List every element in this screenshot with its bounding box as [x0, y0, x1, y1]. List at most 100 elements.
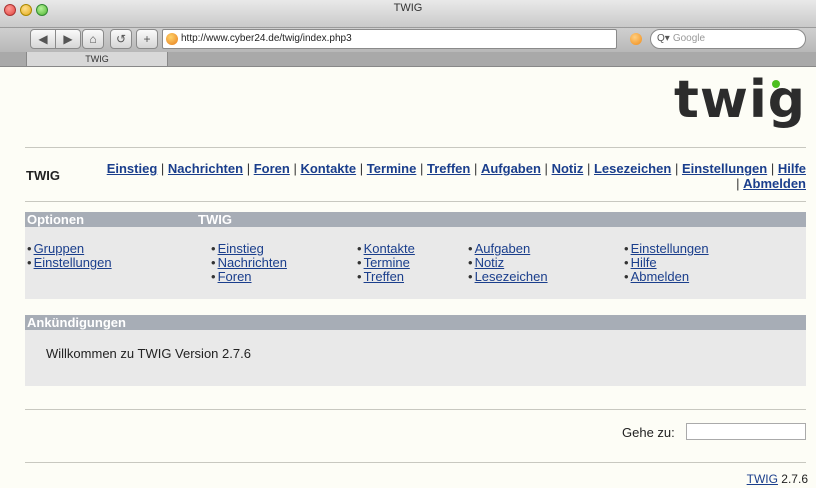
bullet: •	[624, 269, 629, 284]
search-input[interactable]: Q▾ Google	[650, 29, 806, 49]
nav-abmelden[interactable]: Abmelden	[743, 176, 806, 191]
list-item: • Einstellungen	[27, 256, 112, 270]
goto-label: Gehe zu:	[622, 425, 675, 440]
nav-separator: |	[736, 176, 740, 191]
list-item: • Lesezeichen	[468, 270, 548, 284]
nav-termine[interactable]: Termine	[367, 161, 417, 176]
nav-aufgaben[interactable]: Aufgaben	[481, 161, 541, 176]
bullet: •	[468, 255, 473, 270]
list-item: • Foren	[211, 270, 287, 284]
link-einstieg[interactable]: Einstieg	[218, 241, 264, 256]
goto-input[interactable]	[686, 423, 806, 440]
nav-einstieg[interactable]: Einstieg	[107, 161, 158, 176]
nav-foren[interactable]: Foren	[254, 161, 290, 176]
window-titlebar: TWIG	[0, 0, 816, 28]
link-gruppen[interactable]: Gruppen	[34, 241, 85, 256]
back-arrow-icon: ◀	[38, 32, 48, 46]
link-treffen[interactable]: Treffen	[364, 269, 404, 284]
bullet: •	[468, 241, 473, 256]
divider	[25, 147, 806, 148]
bullet: •	[624, 255, 629, 270]
nav-separator: |	[359, 161, 364, 176]
nav-lesezeichen[interactable]: Lesezeichen	[594, 161, 671, 176]
link-nachrichten[interactable]: Nachrichten	[218, 255, 287, 270]
bullet: •	[27, 241, 32, 256]
link-aufgaben[interactable]: Aufgaben	[475, 241, 531, 256]
nav-separator: |	[473, 161, 478, 176]
link-einstellungen-2[interactable]: Einstellungen	[631, 241, 709, 256]
rss-icon[interactable]	[630, 33, 642, 45]
footer-version: 2.7.6	[781, 472, 808, 486]
link-termine[interactable]: Termine	[364, 255, 410, 270]
link-einstellungen[interactable]: Einstellungen	[34, 255, 112, 270]
nav-separator: |	[544, 161, 548, 176]
announcements-panel: Willkommen zu TWIG Version 2.7.6	[25, 330, 806, 386]
tab-bar: TWIG	[0, 52, 816, 67]
twig-column-4: • Einstellungen • Hilfe • Abmelden	[624, 242, 709, 284]
twig-column-2: • Kontakte • Termine • Treffen	[357, 242, 415, 284]
home-button[interactable]: ⌂	[82, 29, 104, 49]
url-text: http://www.cyber24.de/twig/index.php3	[181, 33, 352, 44]
reload-button[interactable]: ↺	[110, 29, 132, 49]
link-lesezeichen[interactable]: Lesezeichen	[475, 269, 548, 284]
nav-treffen[interactable]: Treffen	[427, 161, 470, 176]
divider	[25, 201, 806, 202]
home-icon: ⌂	[89, 32, 97, 46]
link-notiz[interactable]: Notiz	[475, 255, 505, 270]
options-panel: • Gruppen • Einstellungen • Einstieg • Nachr…	[25, 227, 806, 299]
browser-toolbar: ◀ ▶ ⌂ ↺ + http://www.cyber24.de/twig/ind…	[0, 28, 816, 52]
nav-hilfe[interactable]: Hilfe	[778, 161, 806, 176]
twig-column-1: • Einstieg • Nachrichten • Foren	[211, 242, 287, 284]
forward-arrow-icon: ▶	[63, 32, 73, 46]
list-item: • Gruppen	[27, 242, 112, 256]
link-foren[interactable]: Foren	[218, 269, 252, 284]
list-item: • Termine	[357, 256, 415, 270]
list-item: • Nachrichten	[211, 256, 287, 270]
link-hilfe[interactable]: Hilfe	[631, 255, 657, 270]
bullet: •	[357, 255, 362, 270]
twig-logo: twig	[674, 70, 806, 130]
nav-nachrichten[interactable]: Nachrichten	[168, 161, 243, 176]
nav-separator: |	[246, 161, 251, 176]
options-header: Optionen TWIG	[25, 212, 806, 227]
twig-column-3: • Aufgaben • Notiz • Lesezeichen	[468, 242, 548, 284]
nav-notiz[interactable]: Notiz	[552, 161, 584, 176]
divider	[25, 409, 806, 410]
nav-separator: |	[160, 161, 165, 176]
nav-separator: |	[293, 161, 297, 176]
bullet: •	[211, 255, 216, 270]
bullet: •	[624, 241, 629, 256]
list-item: • Einstellungen	[624, 242, 709, 256]
options-heading: Optionen	[27, 212, 85, 227]
link-abmelden[interactable]: Abmelden	[631, 269, 690, 284]
forward-button[interactable]: ▶	[55, 29, 81, 49]
list-item: • Treffen	[357, 270, 415, 284]
twig-heading: TWIG	[198, 212, 232, 227]
window-title: TWIG	[393, 2, 423, 14]
list-item: • Kontakte	[357, 242, 415, 256]
announcements-header: Ankündigungen	[25, 315, 806, 330]
footer-twig-link[interactable]: TWIG	[747, 472, 778, 486]
welcome-message: Willkommen zu TWIG Version 2.7.6	[46, 346, 251, 361]
nav-separator: |	[586, 161, 591, 176]
add-bookmark-button[interactable]: +	[136, 29, 158, 49]
tab-twig[interactable]: TWIG	[26, 52, 168, 66]
footer: TWIG 2.7.6	[747, 472, 808, 486]
top-navigation: Einstieg | Nachrichten | Foren | Kontakt…	[100, 161, 806, 191]
site-favicon-icon	[166, 33, 178, 45]
bullet: •	[468, 269, 473, 284]
nav-separator: |	[770, 161, 775, 176]
bullet: •	[211, 241, 216, 256]
bullet: •	[357, 241, 362, 256]
divider	[25, 462, 806, 463]
nav-kontakte[interactable]: Kontakte	[300, 161, 356, 176]
link-kontakte[interactable]: Kontakte	[364, 241, 415, 256]
list-item: • Einstieg	[211, 242, 287, 256]
list-item: • Abmelden	[624, 270, 709, 284]
nav-einstellungen[interactable]: Einstellungen	[682, 161, 767, 176]
address-bar[interactable]: http://www.cyber24.de/twig/index.php3	[162, 29, 617, 49]
app-name: TWIG	[26, 168, 60, 183]
back-button[interactable]: ◀	[30, 29, 56, 49]
options-column: • Gruppen • Einstellungen	[27, 242, 112, 270]
bullet: •	[357, 269, 362, 284]
